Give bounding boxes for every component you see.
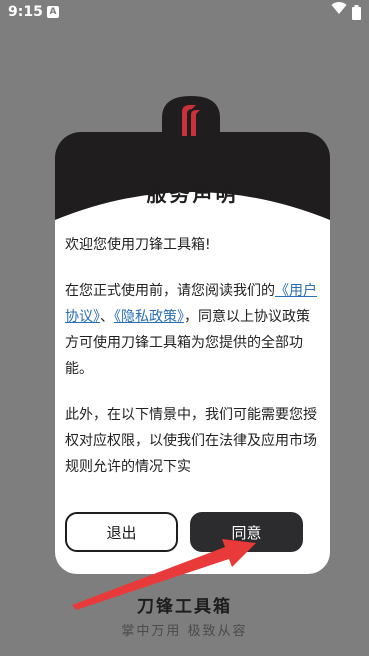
brand-name: 刀锋工具箱 <box>137 597 232 617</box>
brand-slogan: 掌中万用 极致从容 <box>121 624 248 639</box>
annotation-arrow-icon <box>72 539 256 610</box>
